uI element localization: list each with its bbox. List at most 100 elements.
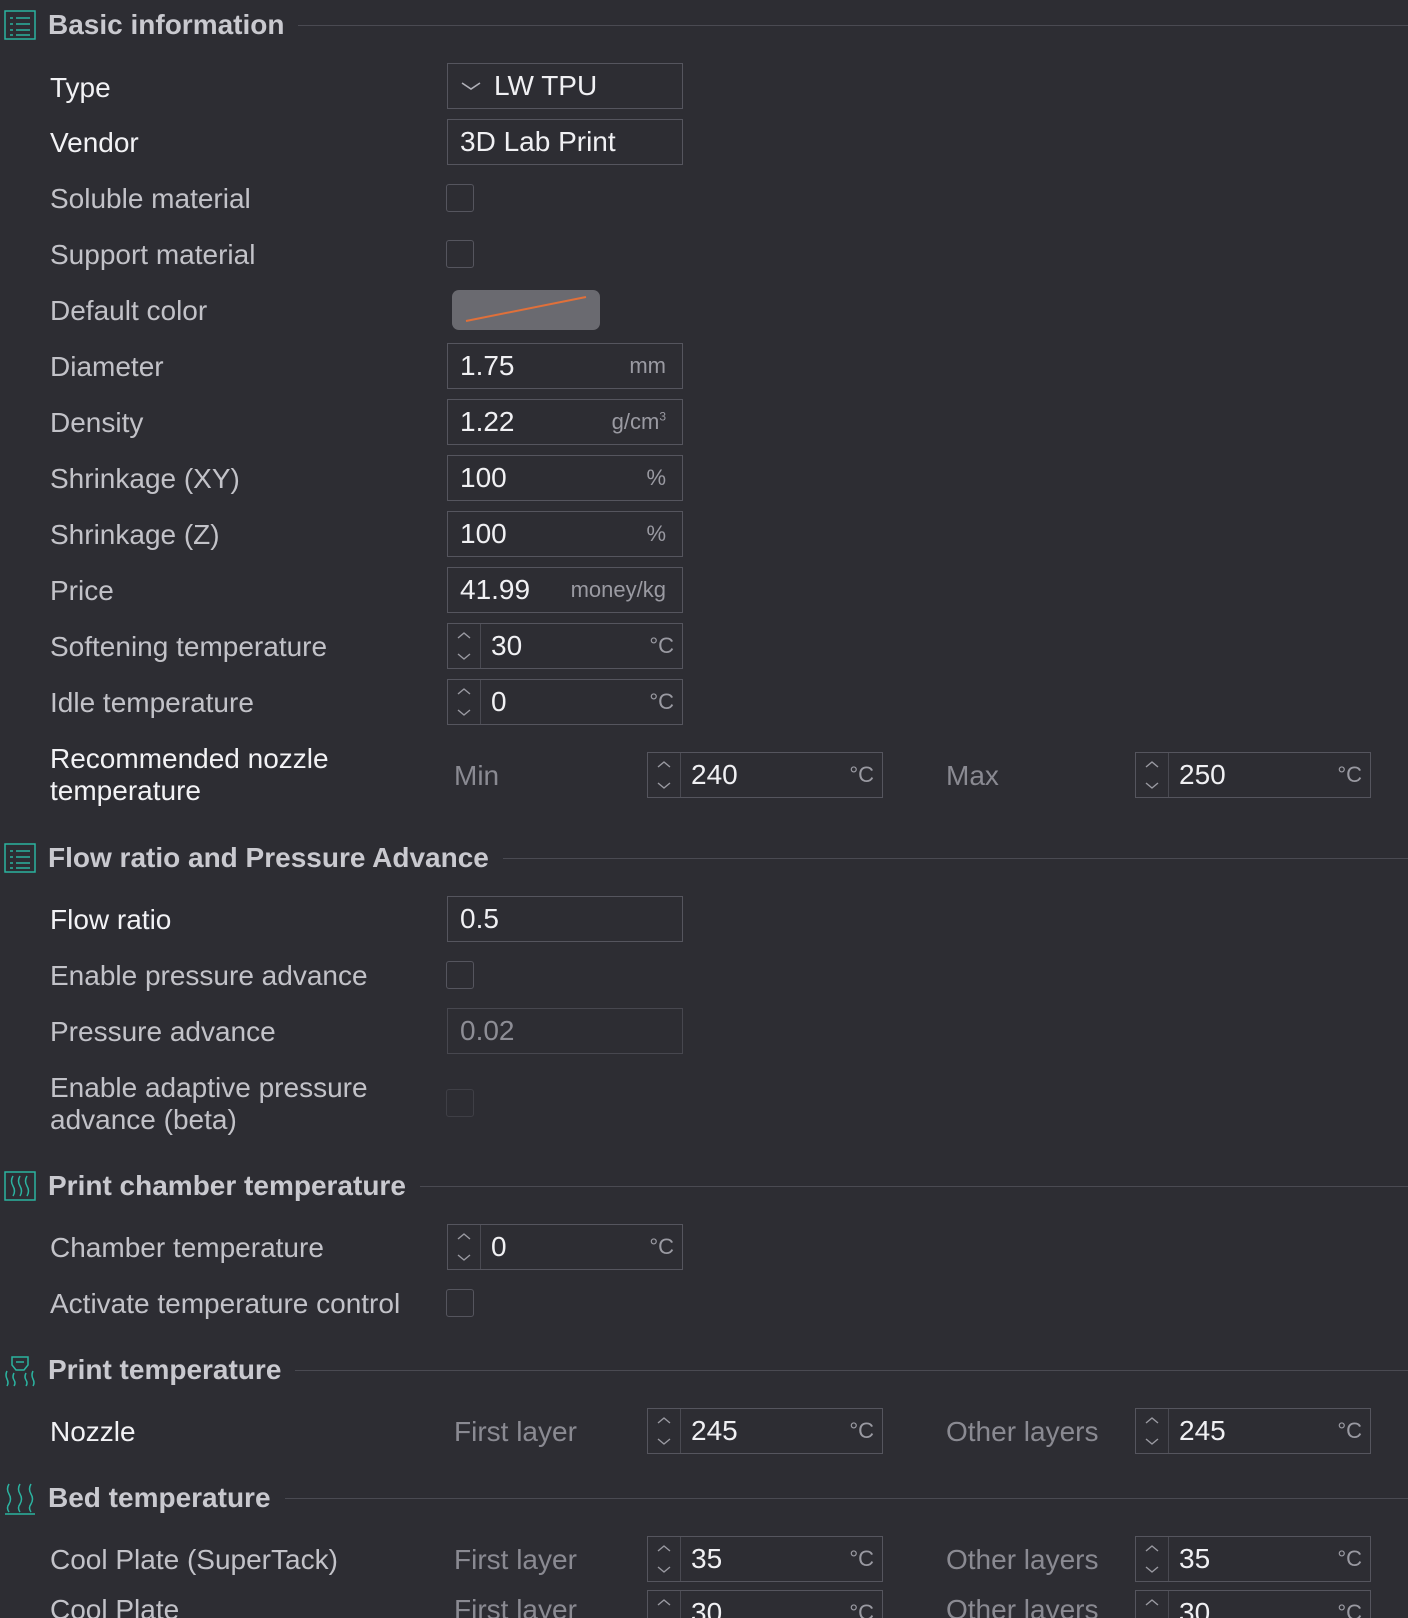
density-field[interactable]: 1.22 g/cm3 <box>447 399 683 445</box>
support-material-checkbox[interactable] <box>446 240 474 268</box>
cool-plate-supertack-other-layers-label: Other layers <box>946 1544 1099 1575</box>
adaptive-pressure-advance-label-line2: advance (beta) <box>50 1104 237 1135</box>
cool-plate-first-layer-unit: °C <box>849 1600 874 1618</box>
nozzle-max-label: Max <box>946 760 999 791</box>
nozzle-min-spinner[interactable]: 240 °C <box>647 752 883 798</box>
nozzle-max-unit: °C <box>1337 762 1362 787</box>
flow-ratio-value: 0.5 <box>460 903 499 934</box>
spinner-arrows-icon[interactable] <box>1136 1591 1169 1618</box>
recommended-nozzle-temp-label-line1: Recommended nozzle <box>50 743 329 774</box>
nozzle-other-layers-value: 245 <box>1179 1415 1226 1446</box>
cool-plate-other-layers-unit: °C <box>1337 1600 1362 1618</box>
shrinkage-z-value: 100 <box>460 518 507 549</box>
chamber-temperature-spinner[interactable]: 0 °C <box>447 1224 683 1270</box>
diameter-field[interactable]: 1.75 mm <box>447 343 683 389</box>
chamber-heat-icon <box>2 1168 38 1204</box>
nozzle-other-layers-unit: °C <box>1337 1418 1362 1443</box>
nozzle-first-layer-spinner[interactable]: 245 °C <box>647 1408 883 1454</box>
shrinkage-z-field[interactable]: 100 % <box>447 511 683 557</box>
nozzle-first-layer-value: 245 <box>691 1415 738 1446</box>
pressure-advance-label: Pressure advance <box>50 1016 276 1047</box>
soluble-material-checkbox[interactable] <box>446 184 474 212</box>
idle-temperature-spinner[interactable]: 0 °C <box>447 679 683 725</box>
shrinkage-z-unit: % <box>646 521 666 546</box>
recommended-nozzle-temp-label-line2: temperature <box>50 775 201 806</box>
activate-temperature-control-checkbox[interactable] <box>446 1289 474 1317</box>
chamber-temperature-value: 0 <box>491 1231 507 1262</box>
idle-temperature-value: 0 <box>491 686 507 717</box>
softening-temperature-spinner[interactable]: 30 °C <box>447 623 683 669</box>
activate-temperature-control-label: Activate temperature control <box>50 1288 401 1319</box>
filament-settings-panel: Basic information Type LW TPU Vendor 3D … <box>0 0 1408 1618</box>
soluble-material-label: Soluble material <box>50 183 251 214</box>
spinner-arrows-icon[interactable] <box>648 1591 681 1618</box>
nozzle-other-layers-spinner[interactable]: 245 °C <box>1135 1408 1371 1454</box>
shrinkage-xy-unit: % <box>646 465 666 490</box>
diameter-label: Diameter <box>50 351 164 382</box>
default-color-swatch[interactable] <box>452 290 600 330</box>
spinner-arrows-icon[interactable] <box>648 753 681 797</box>
section-title: Flow ratio and Pressure Advance <box>48 842 489 873</box>
cool-plate-supertack-first-layer-value: 35 <box>691 1543 723 1574</box>
list-icon <box>2 7 38 43</box>
cool-plate-supertack-first-layer-spinner[interactable]: 35 °C <box>647 1536 883 1582</box>
spinner-arrows-icon[interactable] <box>1136 1409 1169 1453</box>
spinner-arrows-icon[interactable] <box>648 1409 681 1453</box>
cool-plate-supertack-other-layers-value: 35 <box>1179 1543 1211 1574</box>
price-value: 41.99 <box>460 574 531 605</box>
cool-plate-other-layers-label: Other layers <box>946 1594 1099 1618</box>
price-label: Price <box>50 575 114 606</box>
density-value: 1.22 <box>460 406 515 437</box>
section-bed-temperature: Bed temperature <box>0 1478 1408 1518</box>
section-print-chamber-temperature: Print chamber temperature <box>0 1166 1408 1206</box>
density-unit: g/cm3 <box>611 409 666 434</box>
type-dropdown[interactable]: LW TPU <box>447 63 683 109</box>
chamber-temperature-unit: °C <box>649 1234 674 1259</box>
vendor-field[interactable]: 3D Lab Print <box>447 119 683 165</box>
type-value: LW TPU <box>494 70 598 101</box>
spinner-arrows-icon[interactable] <box>1136 1537 1169 1581</box>
spinner-arrows-icon[interactable] <box>448 624 481 668</box>
cool-plate-first-layer-value: 30 <box>691 1597 723 1618</box>
cool-plate-supertack-other-layers-unit: °C <box>1337 1546 1362 1571</box>
cool-plate-supertack-label: Cool Plate (SuperTack) <box>50 1544 338 1575</box>
adaptive-pressure-advance-label-line1: Enable adaptive pressure <box>50 1072 368 1103</box>
cool-plate-first-layer-spinner[interactable]: 30 °C <box>647 1590 883 1618</box>
price-unit: money/kg <box>570 577 666 602</box>
chevron-down-icon <box>460 80 482 92</box>
nozzle-min-value: 240 <box>691 759 738 790</box>
softening-temperature-value: 30 <box>491 630 523 661</box>
shrinkage-xy-field[interactable]: 100 % <box>447 455 683 501</box>
price-field[interactable]: 41.99 money/kg <box>447 567 683 613</box>
diameter-value: 1.75 <box>460 350 515 381</box>
nozzle-max-value: 250 <box>1179 759 1226 790</box>
nozzle-heat-icon <box>2 1352 38 1388</box>
cool-plate-other-layers-spinner[interactable]: 30 °C <box>1135 1590 1371 1618</box>
bed-heat-icon <box>2 1480 38 1516</box>
shrinkage-xy-label: Shrinkage (XY) <box>50 463 240 494</box>
section-basic-information: Basic information <box>0 5 1408 45</box>
enable-pressure-advance-checkbox[interactable] <box>446 961 474 989</box>
spinner-arrows-icon[interactable] <box>448 680 481 724</box>
type-label: Type <box>50 72 111 103</box>
cool-plate-supertack-other-layers-spinner[interactable]: 35 °C <box>1135 1536 1371 1582</box>
cool-plate-supertack-first-layer-label: First layer <box>454 1544 577 1575</box>
vendor-value: 3D Lab Print <box>460 126 616 157</box>
section-divider <box>419 1185 1408 1187</box>
spinner-arrows-icon[interactable] <box>1136 753 1169 797</box>
section-flow-ratio-pressure-advance: Flow ratio and Pressure Advance <box>0 838 1408 878</box>
diameter-unit: mm <box>629 353 666 378</box>
flow-ratio-field[interactable]: 0.5 <box>447 896 683 942</box>
list-icon <box>2 840 38 876</box>
section-title: Basic information <box>48 9 285 40</box>
section-title: Print temperature <box>48 1354 282 1385</box>
nozzle-min-unit: °C <box>849 762 874 787</box>
section-print-temperature: Print temperature <box>0 1350 1408 1390</box>
spinner-arrows-icon[interactable] <box>448 1225 481 1269</box>
nozzle-max-spinner[interactable]: 250 °C <box>1135 752 1371 798</box>
density-label: Density <box>50 407 144 438</box>
pressure-advance-field[interactable]: 0.02 <box>447 1008 683 1054</box>
spinner-arrows-icon[interactable] <box>648 1537 681 1581</box>
adaptive-pressure-advance-checkbox[interactable] <box>446 1089 474 1117</box>
section-title: Bed temperature <box>48 1482 271 1513</box>
